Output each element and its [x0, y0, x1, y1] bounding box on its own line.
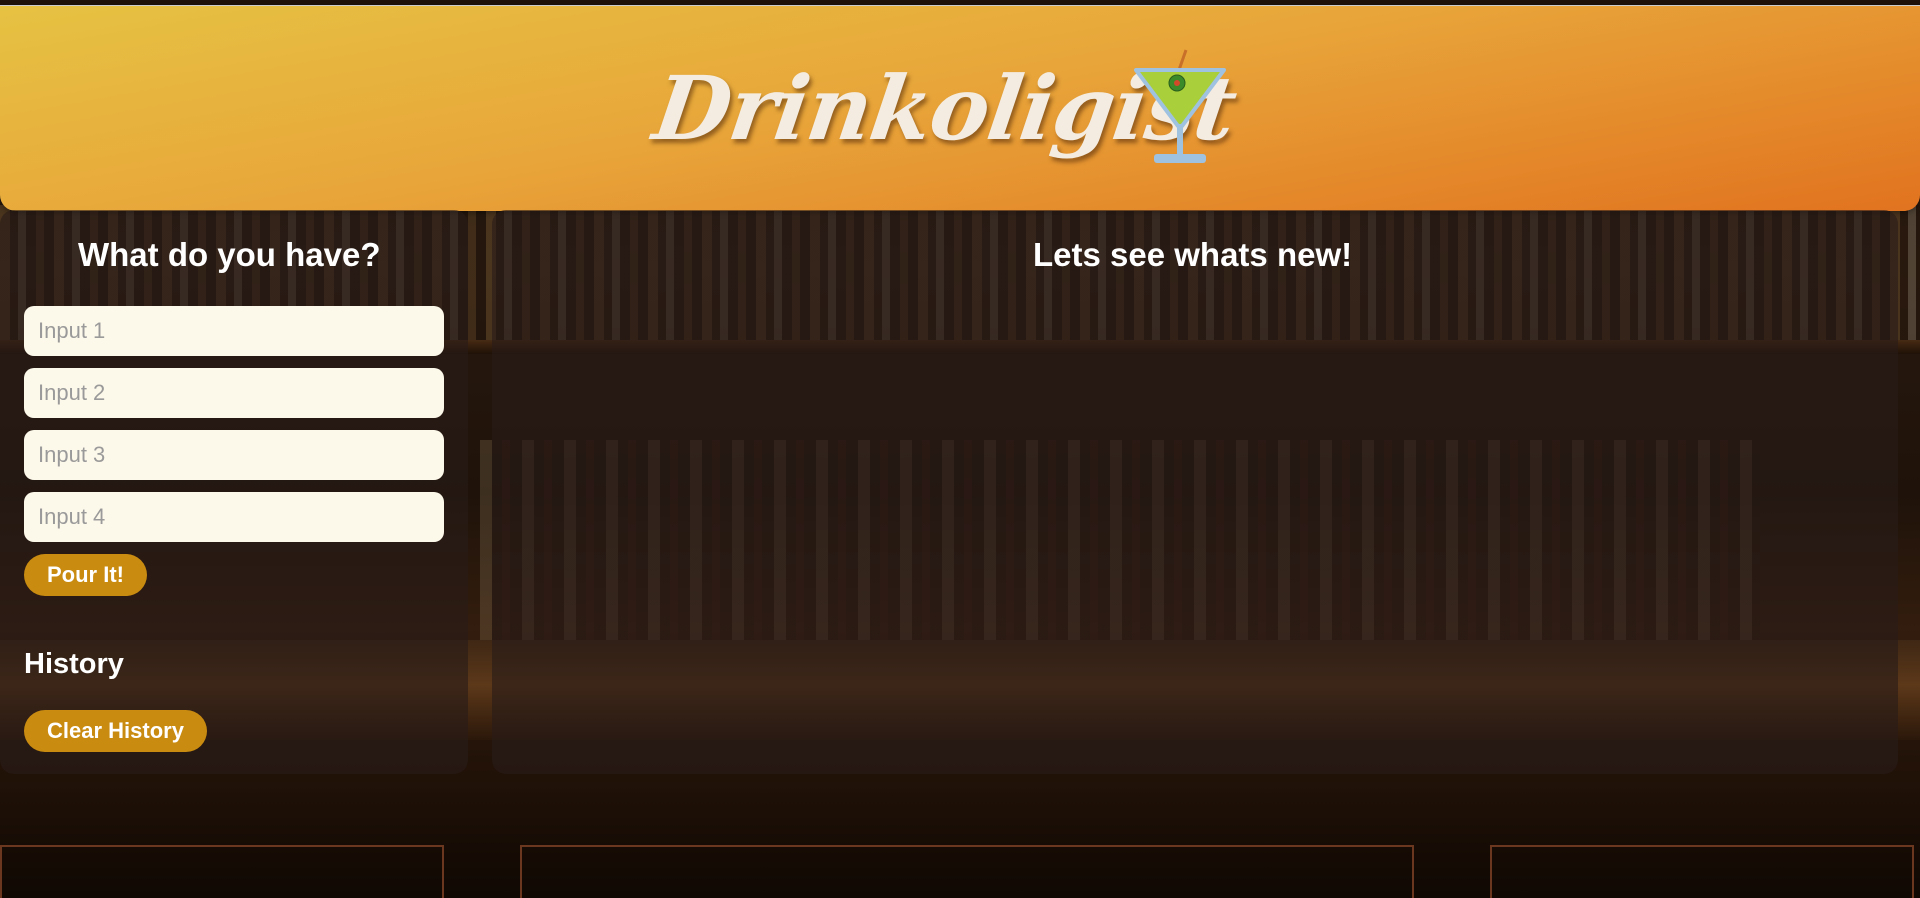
clear-history-button[interactable]: Clear History	[24, 710, 207, 752]
history-title: History	[24, 648, 124, 680]
ingredient-input-1[interactable]	[24, 306, 444, 356]
pour-it-button[interactable]: Pour It!	[24, 554, 147, 596]
app-header: Drinkoligist	[0, 5, 1920, 211]
ingredient-input-2[interactable]	[24, 368, 444, 418]
results-title: Lets see whats new!	[1033, 236, 1353, 273]
ingredient-input-3[interactable]	[24, 430, 444, 480]
results-panel	[492, 210, 1898, 774]
ingredient-input-4[interactable]	[24, 492, 444, 542]
martini-glass-icon	[1134, 49, 1226, 163]
ingredients-title: What do you have?	[78, 236, 381, 273]
